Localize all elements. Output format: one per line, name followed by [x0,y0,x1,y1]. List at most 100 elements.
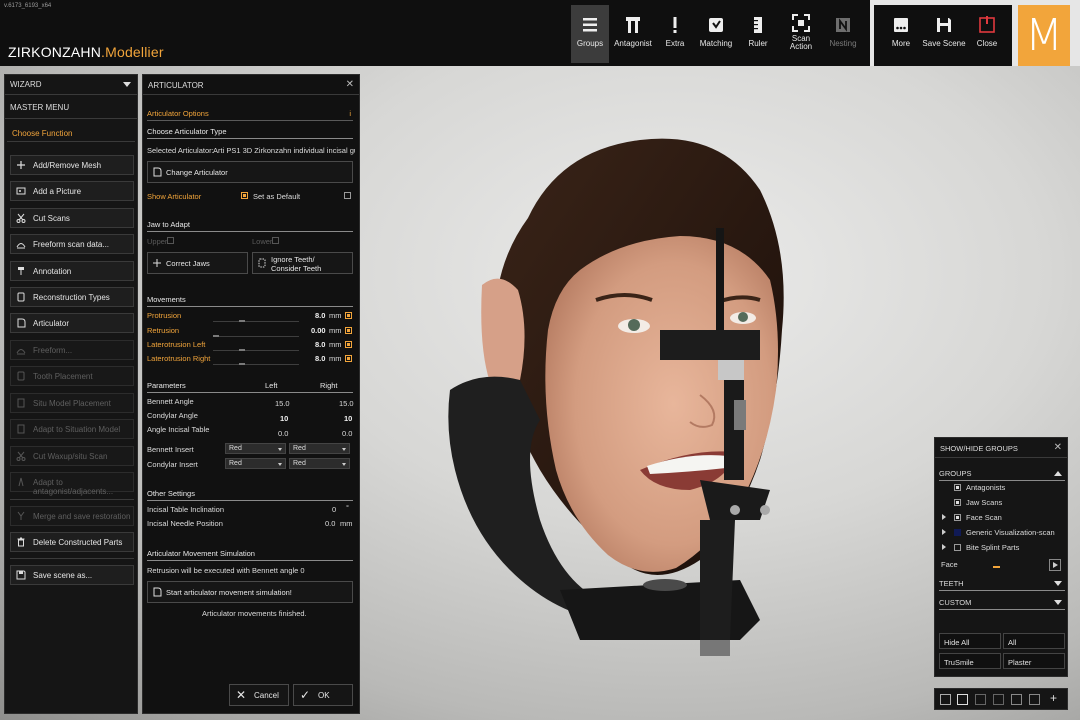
articulator-options-title: Articulator Options [147,109,209,118]
retrusion-slider[interactable] [213,335,299,337]
protrusion-slider[interactable] [213,320,299,322]
bite-splint-checkbox[interactable] [954,544,961,551]
freeform-button[interactable]: Freeform... [10,340,134,360]
group-item-face-scan[interactable]: Face Scan [939,512,1065,525]
reconstruction-types-button[interactable]: Reconstruction Types [10,287,134,307]
start-simulation-button[interactable]: Start articulator movement simulation! [147,581,353,603]
view-icon[interactable] [940,694,951,705]
incisal-table-inclination-value[interactable]: 0 [332,505,336,514]
add-picture-button[interactable]: Add a Picture [10,181,134,201]
ok-button[interactable]: ✓ OK [293,684,353,706]
all-button[interactable]: All [1003,633,1065,649]
3d-viewport[interactable] [362,68,932,718]
correct-jaws-button[interactable]: Correct Jaws [147,252,248,274]
group-item-jaw-scans[interactable]: Jaw Scans [939,497,1065,510]
laterotrusion-right-slider[interactable] [213,363,299,365]
view-top-icon[interactable] [1011,694,1022,705]
laterotrusion-right-checkbox[interactable] [345,355,352,362]
lower-checkbox[interactable] [272,237,279,244]
laterotrusion-left-slider-knob[interactable] [238,349,245,351]
change-articulator-button[interactable]: Change Articulator [147,161,353,183]
teeth-section[interactable]: TEETH [939,579,1065,591]
face-slider[interactable] [993,566,1000,568]
angle-incisal-table-right[interactable]: 0.0 [342,429,352,438]
articulator-header: ARTICULATOR ✕ [143,75,359,95]
wizard-header[interactable]: WIZARD [5,75,137,95]
toolbar-matching-button[interactable]: Matching [696,5,736,63]
info-icon[interactable]: i [349,109,351,118]
angle-incisal-table-left[interactable]: 0.0 [278,429,288,438]
toolbar-ruler-button[interactable]: Ruler [740,5,776,63]
set-default-checkbox[interactable] [344,192,351,199]
cut-waxup-button[interactable]: Cut Waxup/situ Scan [10,446,134,466]
merge-save-button[interactable]: Merge and save restoration [10,506,134,526]
tooth-placement-button[interactable]: Tooth Placement [10,366,134,386]
articulator-button[interactable]: Articulator [10,313,134,333]
protrusion-checkbox[interactable] [345,312,352,319]
expand-arrow-icon[interactable] [942,544,946,550]
save-scene-as-button[interactable]: Save scene as... [10,565,134,585]
group-item-antagonists[interactable]: Antagonists [939,482,1065,495]
toolbar-close-button[interactable]: Close [972,5,1002,63]
chevron-down-icon [1054,581,1062,586]
app-title: ZIRKONZAHN.Modellier [8,44,164,60]
condylar-insert-left-select[interactable]: Red [225,458,286,469]
retrusion-slider-knob[interactable] [213,335,219,337]
toolbar-extra-button[interactable]: Extra [658,5,692,63]
bennett-angle-right[interactable]: 15.0 [339,399,354,408]
view-front-icon[interactable] [957,694,968,705]
plaster-button[interactable]: Plaster [1003,653,1065,669]
toolbar-save-scene-button[interactable]: Save Scene [922,5,966,63]
close-icon[interactable]: ✕ [346,79,354,90]
view-back-icon[interactable] [993,694,1004,705]
group-item-bite-splint[interactable]: Bite Splint Parts [939,542,1065,555]
jaw-scans-checkbox[interactable] [954,499,961,506]
annotation-button[interactable]: Annotation [10,261,134,281]
freeform-scan-data-button[interactable]: Freeform scan data... [10,234,134,254]
condylar-insert-right-select[interactable]: Red [289,458,350,469]
protrusion-slider-knob[interactable] [238,320,245,322]
adapt-antagonist-button[interactable]: Adapt to antagonist/adjacents... [10,472,134,496]
laterotrusion-right-slider-knob[interactable] [238,363,245,365]
add-remove-mesh-button[interactable]: Add/Remove Mesh [10,155,134,175]
laterotrusion-left-checkbox[interactable] [345,341,352,348]
incisal-needle-position-value[interactable]: 0.0 [325,519,335,528]
add-view-icon[interactable]: + [1050,691,1061,705]
toolbar-scan-action-button[interactable]: Scan Action [780,5,822,63]
custom-section[interactable]: CUSTOM [939,598,1065,610]
cut-scans-button[interactable]: Cut Scans [10,208,134,228]
retrusion-checkbox[interactable] [345,327,352,334]
expand-arrow-icon[interactable] [942,529,946,535]
condylar-angle-left[interactable]: 10 [280,414,288,423]
freeform-label: Freeform... [33,346,73,355]
group-item-generic-visualization[interactable]: Generic Visualization-scan [939,527,1065,540]
face-scan-checkbox[interactable] [954,514,961,521]
toolbar-antagonist-button[interactable]: Antagonist [612,5,654,63]
hide-all-button[interactable]: Hide All [939,633,1001,649]
bennett-insert-left-select[interactable]: Red [225,443,286,454]
trusmile-button[interactable]: TruSmile [939,653,1001,669]
view-side-icon[interactable] [975,694,986,705]
laterotrusion-left-slider[interactable] [213,349,299,351]
ignore-teeth-button[interactable]: Ignore Teeth/Consider Teeth [252,252,353,274]
toolbar-more-button[interactable]: More [886,5,916,63]
groups-section[interactable]: GROUPS [939,469,1065,481]
zirkonzahn-logo: M [1018,5,1070,66]
delete-constructed-parts-button[interactable]: Delete Constructed Parts [10,532,134,552]
close-icon[interactable]: ✕ [1054,442,1062,453]
condylar-angle-right[interactable]: 10 [344,414,352,423]
view-bottom-icon[interactable] [1029,694,1040,705]
bennett-angle-left[interactable]: 15.0 [275,399,290,408]
expand-arrow-icon[interactable] [942,514,946,520]
toolbar-groups-button[interactable]: Groups [571,5,609,63]
play-button[interactable] [1049,559,1061,571]
show-articulator-checkbox[interactable] [241,192,248,199]
cancel-button[interactable]: ✕ Cancel [229,684,289,706]
toolbar-nesting-button[interactable]: Nesting [824,5,862,63]
situ-model-placement-button[interactable]: Situ Model Placement [10,393,134,413]
master-menu[interactable]: MASTER MENU [5,95,137,119]
antagonists-checkbox[interactable] [954,484,961,491]
adapt-situation-model-button[interactable]: Adapt to Situation Model [10,419,134,439]
bennett-insert-right-select[interactable]: Red [289,443,350,454]
upper-checkbox[interactable] [167,237,174,244]
